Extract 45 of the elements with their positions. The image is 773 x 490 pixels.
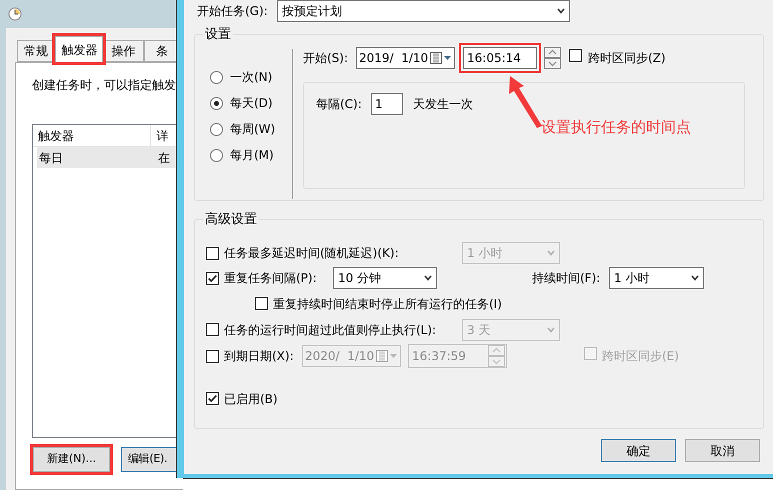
checkbox-label: 重复任务间隔(P):	[224, 270, 318, 287]
field-label: 持续时间(F):	[532, 270, 602, 287]
clock-icon	[8, 7, 22, 21]
checkbox-label: 跨时区同步(Z)	[588, 50, 666, 66]
checkbox-label: 任务的运行时间超过此值则停止执行(L):	[224, 322, 438, 338]
radio-button[interactable]: 每周(W)	[210, 120, 292, 138]
start-task-dropdown[interactable]: 按预定计划	[277, 0, 570, 22]
tab[interactable]: 触发器	[55, 36, 104, 62]
chevron-down-icon	[424, 275, 432, 281]
checkbox[interactable]	[206, 392, 219, 405]
field-label: 每隔(C):	[316, 96, 363, 112]
field-suffix: 天发生一次	[413, 96, 473, 112]
button[interactable]: 确定	[601, 439, 676, 462]
radio-button[interactable]: 每月(M)	[210, 146, 292, 164]
field-label: 开始(S):	[303, 50, 350, 66]
radio-button[interactable]: 一次(N)	[210, 68, 292, 86]
input-field[interactable]: 1	[371, 92, 403, 114]
group-title: 设置	[204, 26, 232, 44]
annotation-text: 设置执行任务的时间点	[541, 117, 691, 138]
checkbox-label: 已启用(B)	[224, 390, 278, 408]
table-cell-text: 每日	[38, 150, 64, 166]
button[interactable]: 新建(N)...	[33, 447, 110, 472]
date-field[interactable]: 2019/ 1/10	[356, 46, 455, 68]
chevron-down-icon	[547, 250, 555, 256]
dropdown[interactable]: 1 小时	[609, 267, 704, 289]
spinner-icon[interactable]	[544, 46, 561, 68]
checkbox-label: 重复持续时间结束时停止所有运行的任务(I)	[273, 296, 502, 312]
tab[interactable]: 操作	[103, 40, 144, 62]
description-text: 创建任务时，可以指定触发	[32, 77, 176, 94]
checkbox[interactable]	[206, 272, 219, 284]
checkbox-label: 到期日期(X):	[224, 348, 295, 365]
field-label: 开始任务(G):	[197, 3, 269, 20]
checkbox[interactable]	[569, 48, 582, 62]
checkbox[interactable]	[255, 297, 268, 310]
checkbox-label: 跨时区同步(E)	[602, 348, 679, 365]
chevron-down-icon	[691, 275, 699, 281]
button[interactable]: 取消	[685, 439, 760, 462]
table-cell-text: 在	[157, 150, 171, 166]
chevron-down-icon	[557, 8, 565, 14]
checkbox-label: 任务最多延迟时间(随机延迟)(K):	[224, 245, 400, 262]
group-title: 高级设置	[204, 211, 258, 229]
radio-button[interactable]: 每天(D)	[210, 94, 292, 112]
calendar-icon[interactable]	[430, 52, 452, 64]
dropdown[interactable]: 10 分钟	[333, 267, 437, 289]
chevron-down-icon	[547, 326, 555, 332]
